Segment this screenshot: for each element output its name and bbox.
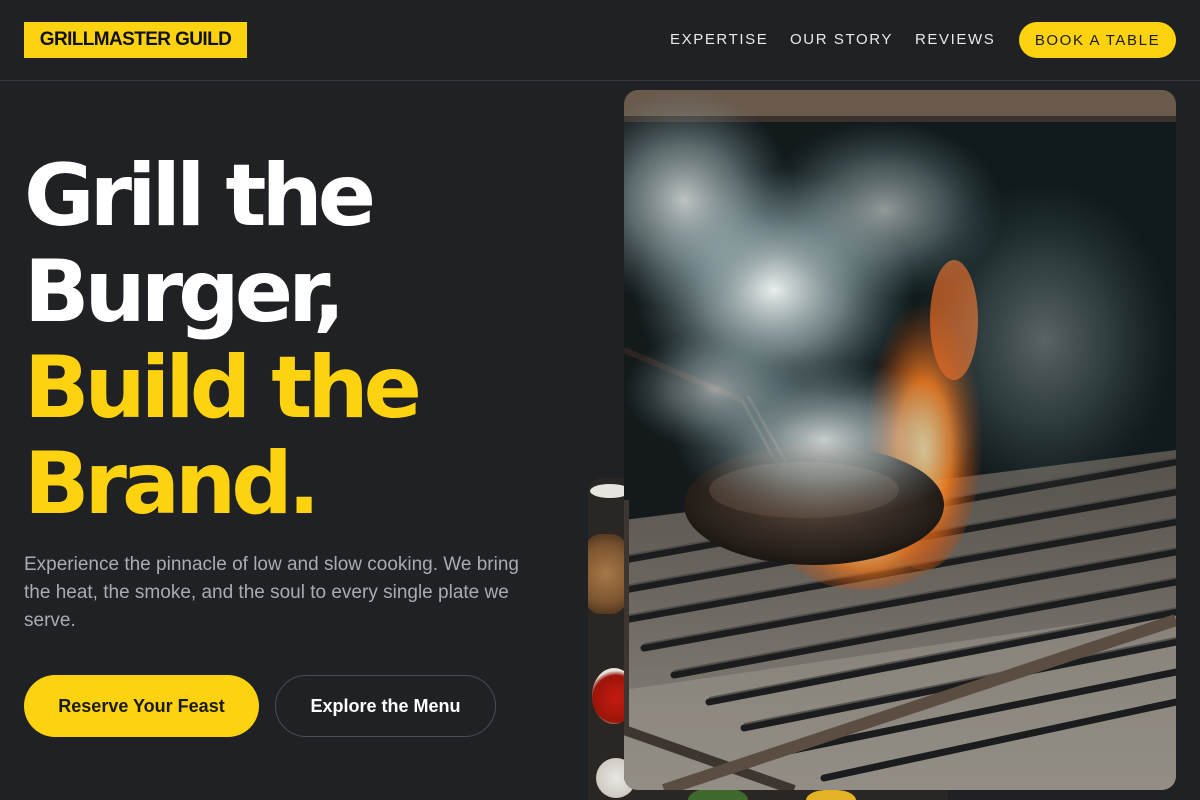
site-header: GRILLMASTER GUILD EXPERTISE OUR STORY RE…: [0, 0, 1200, 81]
grill-illustration: [624, 90, 1176, 790]
grill-photo: [624, 90, 1176, 790]
headline-line-3: Build the: [24, 338, 422, 438]
brand-logo[interactable]: GRILLMASTER GUILD: [24, 22, 247, 58]
reserve-feast-button[interactable]: Reserve Your Feast: [24, 675, 259, 737]
landing-page: GRILLMASTER GUILD EXPERTISE OUR STORY RE…: [0, 0, 1200, 800]
hero-lead-text: Experience the pinnacle of low and slow …: [24, 554, 519, 631]
headline-line-1: Grill the: [24, 146, 376, 246]
nav-link-reviews[interactable]: REVIEWS: [915, 31, 995, 48]
nav-link-our-story[interactable]: OUR STORY: [790, 31, 893, 48]
headline-line-2: Burger,: [24, 242, 346, 342]
explore-menu-button[interactable]: Explore the Menu: [275, 675, 496, 737]
lemon-slice: [806, 790, 856, 800]
headline-line-4: Brand.: [24, 434, 320, 534]
hero-headline: Grill the Burger, Build the Brand.: [24, 148, 584, 532]
book-a-table-button[interactable]: BOOK A TABLE: [1019, 22, 1176, 58]
nav-link-expertise[interactable]: EXPERTISE: [670, 31, 768, 48]
